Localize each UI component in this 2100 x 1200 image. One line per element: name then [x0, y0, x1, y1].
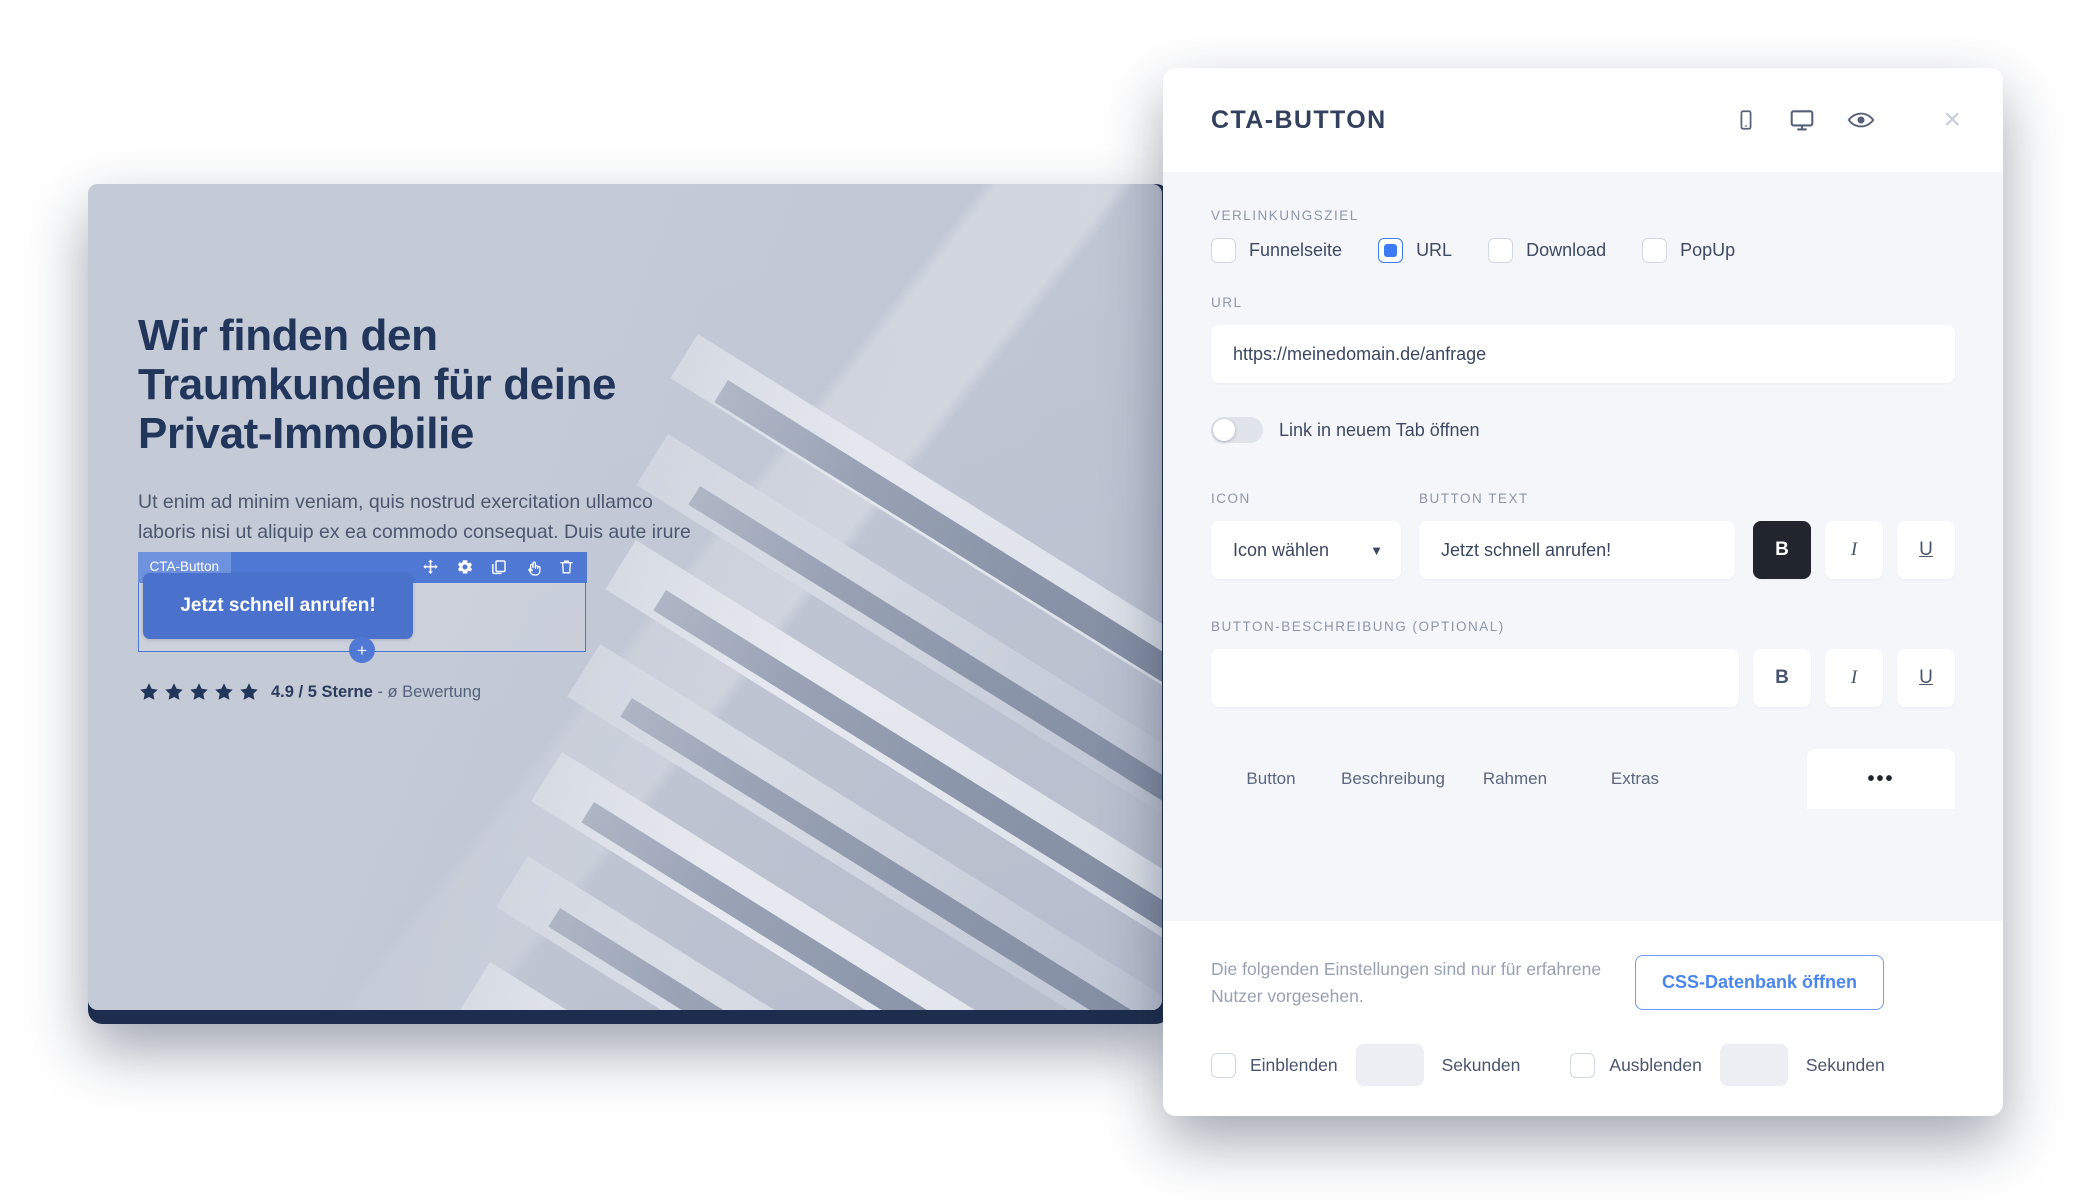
- desc-italic-button[interactable]: I: [1825, 649, 1883, 707]
- icon-select-value: Icon wählen: [1233, 539, 1330, 560]
- description-format-group: B I U: [1753, 649, 1955, 707]
- option-label: Funnelseite: [1249, 240, 1343, 260]
- button-text-input[interactable]: [1419, 521, 1735, 579]
- cta-selection-outline[interactable]: CTA-Button Jetzt schnell anrufen! +: [137, 551, 587, 663]
- screenshot-root: Wir finden den Traumkunden für deine Pri…: [0, 0, 2100, 1200]
- timing-row: Einblenden Sekunden Ausblenden Sekunden: [1211, 1044, 1955, 1116]
- checkbox-url[interactable]: [1378, 238, 1404, 263]
- desktop-icon[interactable]: [1789, 107, 1815, 133]
- option-download[interactable]: Download: [1488, 238, 1606, 263]
- checkbox-ausblenden[interactable]: [1570, 1052, 1596, 1078]
- eye-icon[interactable]: [1847, 108, 1875, 132]
- url-field-label: URL: [1211, 295, 1243, 310]
- panel-body: VERLINKUNGSZIEL Funnelseite URL Download…: [1163, 172, 2003, 921]
- icon-select[interactable]: Icon wählen ▼: [1211, 521, 1401, 579]
- description-label: BUTTON-BESCHREIBUNG (OPTIONAL): [1211, 619, 1505, 634]
- description-input[interactable]: [1211, 649, 1739, 707]
- italic-button[interactable]: I: [1825, 521, 1883, 579]
- bold-button[interactable]: B: [1753, 521, 1811, 579]
- new-tab-label: Link in neuem Tab öffnen: [1279, 419, 1480, 440]
- ausblenden-label: Ausblenden: [1609, 1054, 1702, 1075]
- option-popup[interactable]: PopUp: [1642, 238, 1735, 263]
- checkbox-funnelseite[interactable]: [1211, 238, 1236, 263]
- rating-suffix: - ø Bewertung: [377, 682, 482, 701]
- cta-settings-panel: CTA-BUTTON × VERLINKUNGSZIEL Funnelseite…: [1163, 68, 2003, 1116]
- move-icon[interactable]: [421, 558, 440, 577]
- add-element-button[interactable]: +: [349, 637, 375, 663]
- einblenden-seconds-input[interactable]: [1355, 1044, 1424, 1086]
- einblenden-label: Einblenden: [1250, 1054, 1338, 1075]
- tab-rahmen[interactable]: Rahmen: [1455, 749, 1575, 809]
- close-icon[interactable]: ×: [1943, 105, 1961, 135]
- icon-select-label: ICON: [1211, 491, 1251, 506]
- hero-copy: Wir finden den Traumkunden für deine Pri…: [138, 311, 698, 548]
- advanced-note: Die folgenden Einstellungen sind nur für…: [1211, 959, 1602, 1006]
- rating-row: 4.9 / 5 Sterne - ø Bewertung: [138, 681, 481, 703]
- new-tab-toggle[interactable]: [1211, 417, 1263, 443]
- link-target-label: VERLINKUNGSZIEL: [1211, 208, 1359, 223]
- website-canvas[interactable]: Wir finden den Traumkunden für deine Pri…: [88, 184, 1162, 1010]
- tab-more[interactable]: •••: [1807, 749, 1955, 809]
- mobile-icon[interactable]: [1735, 107, 1757, 133]
- button-text-label: BUTTON TEXT: [1419, 491, 1529, 506]
- option-url[interactable]: URL: [1378, 238, 1452, 263]
- duplicate-icon[interactable]: [490, 558, 508, 576]
- click-icon[interactable]: [524, 558, 542, 577]
- option-label: Download: [1526, 240, 1607, 260]
- star-rating: [138, 681, 260, 703]
- checkbox-download[interactable]: [1488, 238, 1514, 263]
- checkbox-popup[interactable]: [1642, 238, 1668, 263]
- gear-icon[interactable]: [456, 558, 474, 576]
- chevron-down-icon: ▼: [1370, 542, 1383, 558]
- toggle-knob: [1213, 419, 1235, 441]
- button-format-group: B I U: [1753, 521, 1955, 579]
- link-target-options: Funnelseite URL Download PopUp: [1211, 238, 1955, 263]
- url-input[interactable]: [1211, 325, 1955, 383]
- rating-score: 4.9 / 5 Sterne: [271, 682, 373, 701]
- tab-button[interactable]: Button: [1211, 749, 1331, 809]
- desc-bold-button[interactable]: B: [1753, 649, 1811, 707]
- new-tab-row[interactable]: Link in neuem Tab öffnen: [1211, 417, 1955, 443]
- option-funnelseite[interactable]: Funnelseite: [1211, 238, 1342, 263]
- css-database-button[interactable]: CSS-Datenbank öffnen: [1635, 955, 1885, 1010]
- tab-extras[interactable]: Extras: [1575, 749, 1695, 809]
- panel-header: CTA-BUTTON ×: [1163, 68, 2003, 172]
- einblenden-unit: Sekunden: [1441, 1054, 1521, 1075]
- trash-icon[interactable]: [558, 558, 575, 576]
- tab-beschreibung[interactable]: Beschreibung: [1331, 749, 1455, 809]
- ausblenden-seconds-input[interactable]: [1719, 1044, 1788, 1086]
- checkbox-einblenden[interactable]: [1211, 1052, 1236, 1078]
- icon-and-text-row: ICON Icon wählen ▼ BUTTON TEXT B I U: [1211, 491, 1955, 579]
- ausblenden-unit: Sekunden: [1805, 1054, 1885, 1075]
- option-label: URL: [1416, 240, 1453, 260]
- panel-title: CTA-BUTTON: [1211, 105, 1387, 134]
- hero-heading: Wir finden den Traumkunden für deine Pri…: [138, 311, 617, 458]
- underline-button[interactable]: U: [1897, 521, 1955, 579]
- cta-selection-wrapper[interactable]: CTA-Button Jetzt schnell anrufen! +: [137, 551, 587, 663]
- desc-underline-button[interactable]: U: [1897, 649, 1955, 707]
- option-label: PopUp: [1680, 240, 1736, 260]
- cta-button-preview[interactable]: Jetzt schnell anrufen!: [143, 573, 413, 639]
- hero-paragraph: Ut enim ad minim veniam, quis nostrud ex…: [138, 491, 691, 544]
- panel-tabs: Button Beschreibung Rahmen Extras •••: [1163, 749, 2003, 809]
- panel-footer: Die folgenden Einstellungen sind nur für…: [1163, 921, 2003, 1116]
